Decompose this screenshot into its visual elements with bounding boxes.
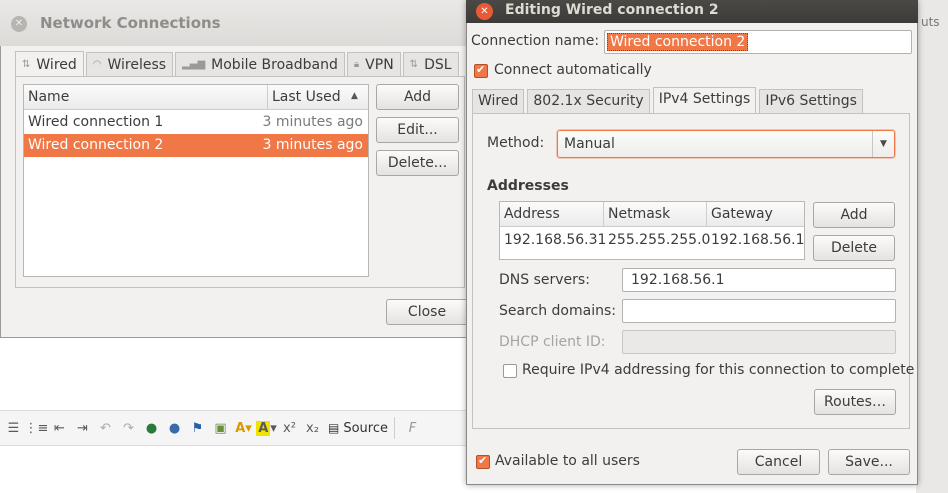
- tab-label: Mobile Broadband: [211, 56, 338, 73]
- subscript-icon[interactable]: x₂: [301, 418, 324, 438]
- link-icon[interactable]: ●: [140, 418, 163, 438]
- toolbar-separator: [394, 417, 395, 439]
- require-ipv4-checkbox[interactable]: [503, 364, 517, 378]
- column-divider: [603, 202, 604, 227]
- close-button[interactable]: Close: [386, 299, 468, 325]
- chevron-down-icon[interactable]: ▼: [872, 131, 894, 157]
- column-header-gateway[interactable]: Gateway: [711, 206, 773, 222]
- dns-servers-label: DNS servers:: [499, 272, 590, 288]
- tab-label: VPN: [365, 56, 394, 73]
- address-cell[interactable]: 192.168.56.31: [504, 232, 606, 248]
- tab-label: Wireless: [107, 56, 167, 73]
- available-to-all-users-label: Available to all users: [495, 453, 640, 469]
- tab-label: Wired: [36, 56, 77, 73]
- netmask-cell[interactable]: 255.255.255.0: [608, 232, 710, 248]
- list-header: Name Last Used ▲: [24, 85, 368, 110]
- connect-automatically-label: Connect automatically: [494, 62, 652, 78]
- method-select[interactable]: Manual: [557, 130, 895, 158]
- close-icon[interactable]: ✕: [11, 16, 27, 32]
- wired-icon: ⇅: [22, 58, 31, 70]
- column-divider: [267, 85, 268, 110]
- unlink-icon[interactable]: ●: [163, 418, 186, 438]
- table-row[interactable]: Wired connection 1 3 minutes ago: [24, 111, 368, 134]
- connect-automatically-checkbox[interactable]: [474, 63, 488, 78]
- save-button[interactable]: Save...: [828, 449, 910, 475]
- numbered-list-icon[interactable]: ⋮≡: [25, 418, 49, 438]
- dns-servers-value: 192.168.56.1: [631, 272, 725, 288]
- dialog-title: Editing Wired connection 2: [505, 2, 719, 18]
- superscript-icon[interactable]: x²: [278, 418, 301, 438]
- align-icon[interactable]: ☰: [2, 418, 25, 438]
- column-header-address[interactable]: Address: [504, 206, 560, 222]
- wireless-icon: ◠: [92, 58, 102, 70]
- connection-name-field[interactable]: Wired connection 2: [604, 30, 912, 54]
- available-to-all-users-checkbox[interactable]: [476, 454, 490, 469]
- tab-wired[interactable]: ⇅ Wired: [15, 51, 84, 77]
- redo-icon[interactable]: ↷: [117, 418, 140, 438]
- anchor-flag-icon[interactable]: ⚑: [186, 418, 209, 438]
- settings-tabs: Wired 802.1x Security IPv4 Settings IPv6…: [472, 87, 866, 113]
- close-icon[interactable]: ✕: [476, 3, 493, 20]
- connection-name-value: Wired connection 2: [607, 33, 749, 51]
- tab-ipv4-settings[interactable]: IPv4 Settings: [652, 87, 757, 113]
- editor-toolbar: ☰ ⋮≡ ⇤ ⇥ ↶ ↷ ● ● ⚑ ▣ A▾ A ▾ x² x₂ ▤ Sourc…: [0, 410, 470, 446]
- tab-dsl[interactable]: ⇅ DSL: [402, 52, 459, 76]
- connection-last-used: 3 minutes ago: [262, 137, 363, 153]
- delete-address-button[interactable]: Delete: [813, 235, 895, 261]
- method-value: Manual: [564, 136, 615, 152]
- dhcp-client-id-label: DHCP client ID:: [499, 334, 606, 350]
- lock-icon: 🔒︎: [353, 58, 360, 70]
- connection-name: Wired connection 2: [28, 137, 164, 153]
- dsl-icon: ⇅: [409, 58, 419, 70]
- outdent-icon[interactable]: ⇤: [48, 418, 71, 438]
- column-header-last-used[interactable]: Last Used: [272, 89, 341, 105]
- source-label: Source: [343, 420, 388, 436]
- add-address-button[interactable]: Add: [813, 202, 895, 228]
- tab-wireless[interactable]: ◠ Wireless: [85, 52, 174, 76]
- connection-last-used: 3 minutes ago: [262, 114, 363, 130]
- signal-icon: ▂▄▆: [182, 58, 206, 70]
- cancel-button[interactable]: Cancel: [737, 449, 820, 475]
- addresses-heading: Addresses: [487, 178, 569, 194]
- tab-wired[interactable]: Wired: [472, 89, 525, 113]
- indent-icon[interactable]: ⇥: [71, 418, 94, 438]
- sort-ascending-icon: ▲: [351, 91, 358, 101]
- tab-mobile-broadband[interactable]: ▂▄▆ Mobile Broadband: [175, 52, 345, 76]
- text-color-icon[interactable]: A▾: [232, 418, 255, 438]
- window-title: Network Connections: [40, 14, 221, 32]
- search-domains-label: Search domains:: [499, 303, 616, 319]
- gateway-cell[interactable]: 192.168.56.1: [711, 232, 805, 248]
- add-connection-button[interactable]: Add: [376, 84, 459, 110]
- connection-name: Wired connection 1: [28, 114, 164, 130]
- background-right-text: uts: [921, 15, 940, 29]
- dns-servers-field[interactable]: 192.168.56.1: [622, 268, 896, 292]
- method-label: Method:: [487, 135, 545, 151]
- column-header-name[interactable]: Name: [28, 89, 69, 105]
- format-icon[interactable]: F: [401, 418, 424, 438]
- tab-label: DSL: [424, 56, 452, 73]
- search-domains-field[interactable]: [622, 299, 896, 323]
- connection-type-tabs: ⇅ Wired ◠ Wireless ▂▄▆ Mobile Broadband …: [15, 51, 461, 77]
- connection-name-label: Connection name:: [471, 33, 600, 49]
- tab-vpn[interactable]: 🔒︎ VPN: [346, 52, 401, 76]
- addresses-table: Address Netmask Gateway 192.168.56.31 25…: [499, 201, 805, 260]
- require-ipv4-label: Require IPv4 addressing for this connect…: [522, 362, 915, 378]
- source-icon: ▤: [328, 421, 340, 435]
- image-icon[interactable]: ▣: [209, 418, 232, 438]
- routes-button[interactable]: Routes…: [814, 389, 896, 415]
- tab-ipv6-settings[interactable]: IPv6 Settings: [759, 89, 863, 113]
- addresses-header: Address Netmask Gateway: [500, 202, 804, 227]
- table-row-selected[interactable]: Wired connection 2 3 minutes ago: [24, 134, 368, 157]
- tab-8021x-security[interactable]: 802.1x Security: [527, 89, 650, 113]
- dhcp-client-id-field: [622, 330, 896, 354]
- edit-connection-button[interactable]: Edit...: [376, 117, 459, 143]
- delete-connection-button[interactable]: Delete...: [376, 150, 459, 176]
- undo-icon[interactable]: ↶: [94, 418, 117, 438]
- background-color-icon[interactable]: A ▾: [255, 418, 278, 438]
- source-button[interactable]: ▤ Source: [328, 421, 388, 436]
- connections-list: Name Last Used ▲ Wired connection 1 3 mi…: [23, 84, 369, 277]
- background-right-panel: [916, 0, 948, 493]
- column-divider: [706, 202, 707, 227]
- column-header-netmask[interactable]: Netmask: [608, 206, 670, 222]
